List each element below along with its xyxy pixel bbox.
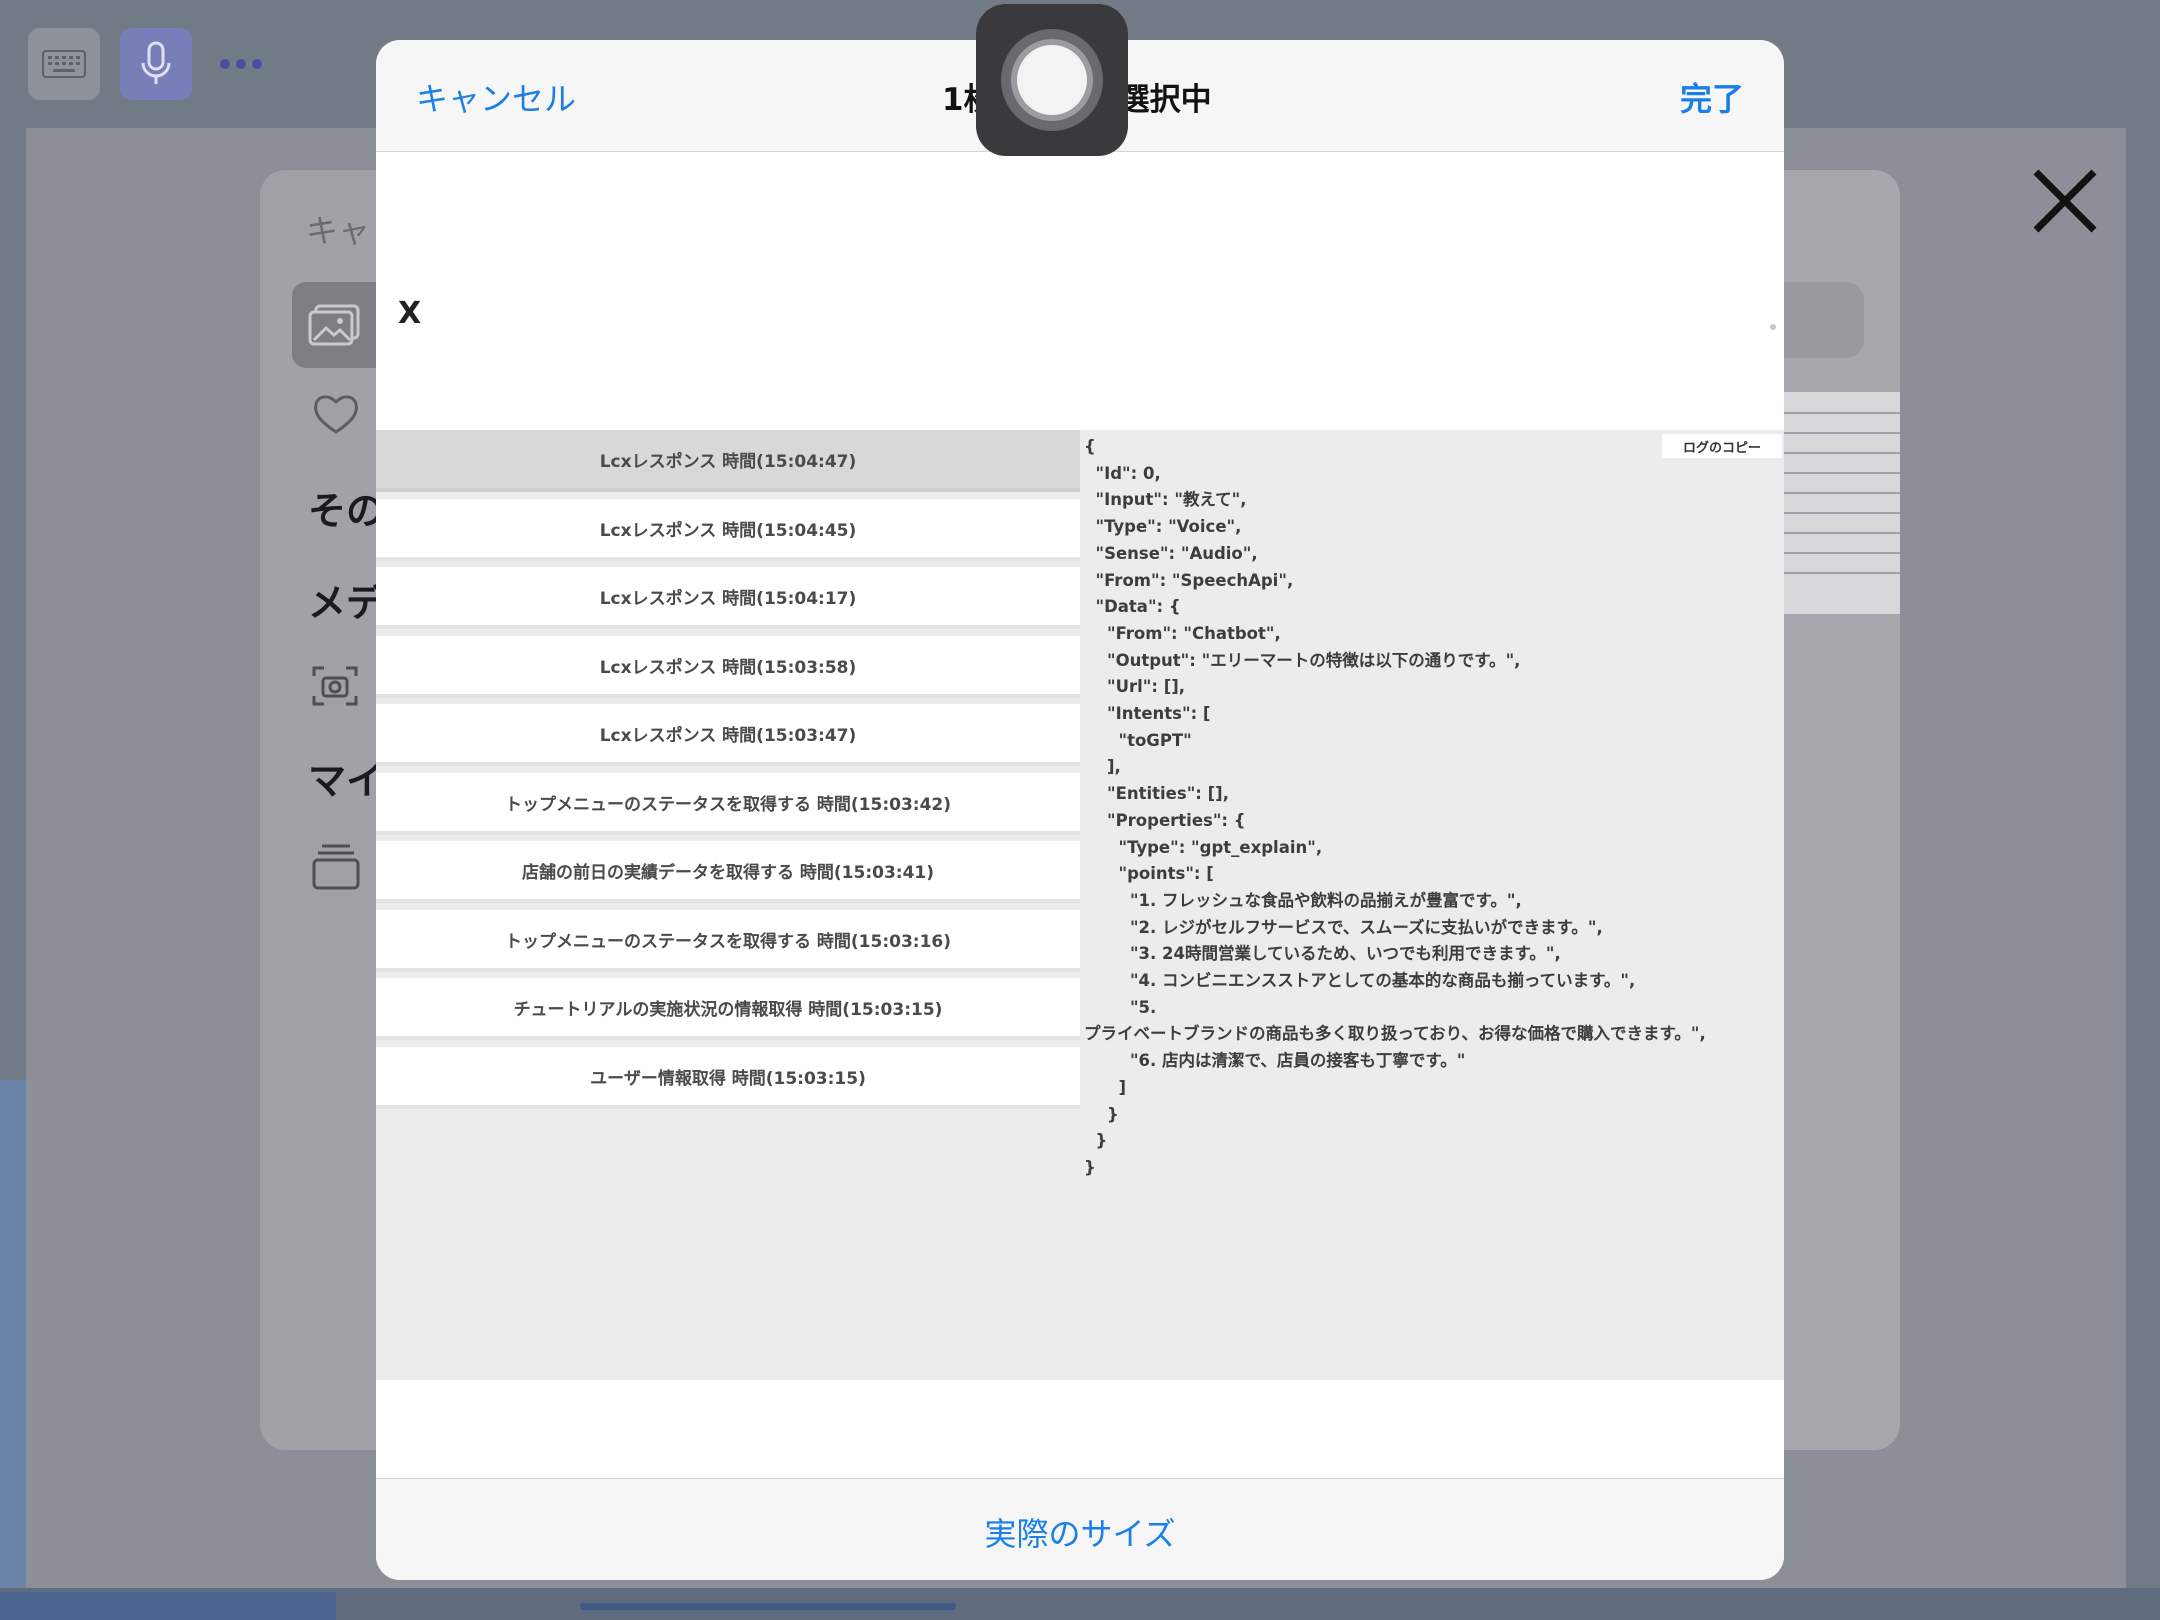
photos-icon	[308, 304, 360, 346]
sidebar-section-label: その	[308, 489, 385, 533]
close-icon[interactable]	[2030, 166, 2100, 236]
home-indicator	[580, 1603, 956, 1610]
keyboard-icon	[42, 50, 86, 78]
log-list: Lcxレスポンス 時間(15:04:47) Lcxレスポンス 時間(15:04:…	[376, 430, 1080, 1380]
screenshot-icon	[312, 666, 358, 706]
albums-stack-icon	[312, 844, 360, 890]
actual-size-button[interactable]: 実際のサイズ	[376, 1509, 1784, 1555]
log-list-item: トップメニューのステータスを取得する 時間(15:03:42)	[376, 773, 1080, 835]
microphone-icon	[141, 41, 171, 84]
modal-footer: 実際のサイズ	[376, 1478, 1784, 1580]
log-list-item: Lcxレスポンス 時間(15:03:58)	[376, 636, 1080, 698]
assistive-touch-core-icon	[1017, 45, 1087, 115]
more-dot-icon	[236, 59, 246, 69]
log-list-item: 店舗の前日の実績データを取得する 時間(15:03:41)	[376, 841, 1080, 903]
background-photo-thumbnail	[1784, 392, 1900, 614]
log-list-item: Lcxレスポンス 時間(15:04:47)	[376, 430, 1080, 492]
cancel-button[interactable]: キャンセル	[416, 74, 576, 120]
background-cancel-label: キャ	[306, 212, 371, 250]
log-list-item: Lcxレスポンス 時間(15:03:47)	[376, 704, 1080, 766]
sidebar-section-label: メデ	[308, 581, 385, 625]
log-list-item: トップメニューのステータスを取得する 時間(15:03:16)	[376, 910, 1080, 972]
heart-icon	[314, 395, 358, 434]
assistive-touch-ring-icon	[1001, 29, 1103, 131]
microphone-button[interactable]	[120, 28, 192, 100]
more-dot-icon	[220, 59, 230, 69]
selected-image-preview: X Lcxレスポンス 時間(15:04:47) Lcxレスポンス 時間(15:0…	[376, 152, 1784, 1478]
log-json-text: { "Id": 0, "Input": "教えて", "Type": "Voic…	[1084, 437, 1706, 1177]
background-dock-left	[0, 1592, 336, 1620]
more-dot-icon	[252, 59, 262, 69]
log-list-item: Lcxレスポンス 時間(15:04:17)	[376, 567, 1080, 629]
copy-log-button: ログのコピー	[1662, 434, 1782, 458]
assistive-touch-button[interactable]	[976, 4, 1128, 156]
done-button[interactable]: 完了	[1680, 74, 1744, 120]
keyboard-button[interactable]	[28, 28, 100, 100]
sidebar-item-photos	[292, 282, 376, 368]
log-detail-panel: { "Id": 0, "Input": "教えて", "Type": "Voic…	[1080, 430, 1784, 1380]
background-search-field	[1784, 282, 1864, 358]
image-preview-modal: キャンセル 1枚の写真を選択中 完了 X Lcxレスポンス 時間(15:04:4…	[376, 40, 1784, 1580]
sidebar-section-label: マイ	[308, 759, 385, 803]
more-options-button[interactable]	[220, 52, 270, 76]
preview-close-label: X	[398, 296, 422, 331]
preview-dot	[1770, 324, 1776, 330]
log-list-item: Lcxレスポンス 時間(15:04:45)	[376, 499, 1080, 561]
log-list-item: ユーザー情報取得 時間(15:03:15)	[376, 1047, 1080, 1109]
background-wallpaper-strip	[0, 1080, 26, 1620]
log-list-item: チュートリアルの実施状況の情報取得 時間(15:03:15)	[376, 978, 1080, 1040]
